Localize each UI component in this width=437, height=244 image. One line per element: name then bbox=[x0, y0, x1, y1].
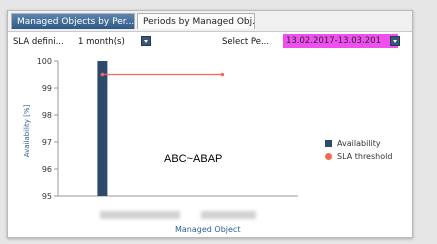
legend-label-availability: Availability bbox=[337, 139, 381, 148]
x-tick-label-blurred bbox=[201, 211, 256, 219]
legend-swatch-sla-threshold bbox=[325, 153, 332, 160]
availability-bar bbox=[97, 61, 108, 196]
y-axis-title: Availability [%] bbox=[23, 104, 31, 157]
y-tick-label: 98 bbox=[42, 111, 52, 120]
y-tick-label: 97 bbox=[42, 138, 52, 147]
y-tick-label: 96 bbox=[42, 165, 52, 174]
x-tick-label-blurred bbox=[100, 211, 180, 219]
x-axis-title: Managed Object bbox=[175, 225, 241, 234]
legend: Availability SLA threshold bbox=[325, 137, 392, 163]
availability-chart: Availability [%] 95 96 97 98 99 100 bbox=[23, 57, 298, 201]
y-tick-label: 95 bbox=[42, 192, 52, 201]
legend-item-sla-threshold: SLA threshold bbox=[325, 150, 392, 163]
sla-threshold-point bbox=[220, 72, 225, 77]
legend-label-sla-threshold: SLA threshold bbox=[337, 152, 393, 161]
managed-object-name: ABC~ABAP bbox=[164, 153, 223, 165]
y-tick-label: 100 bbox=[37, 57, 52, 66]
sla-threshold-point bbox=[100, 72, 105, 77]
legend-swatch-availability bbox=[325, 140, 332, 147]
y-tick-label: 99 bbox=[42, 84, 52, 93]
chart-panel: Managed Objects by Per... Periods by Man… bbox=[7, 10, 413, 238]
legend-item-availability: Availability bbox=[325, 137, 392, 150]
